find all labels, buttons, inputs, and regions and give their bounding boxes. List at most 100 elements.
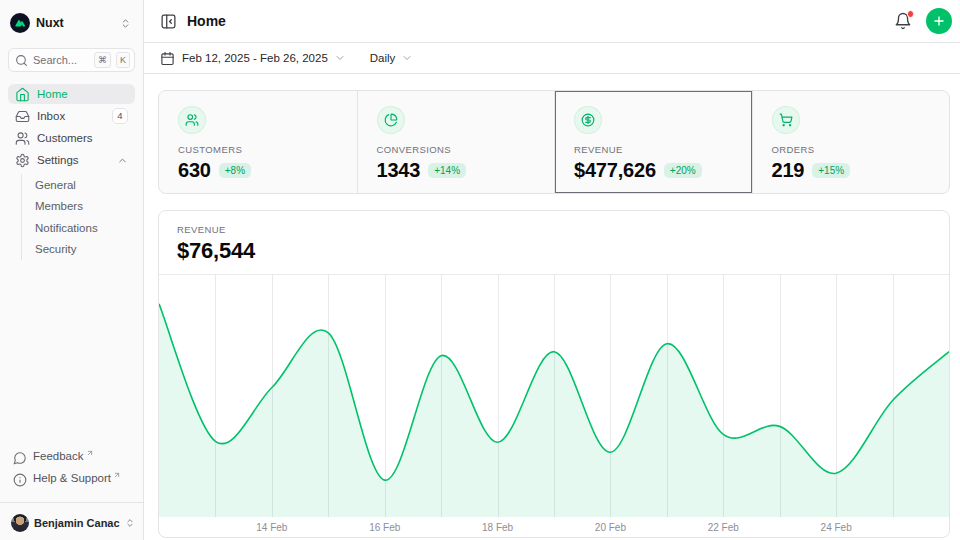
header-actions [892,8,952,34]
sub-item-label: General [35,179,76,191]
stat-label: ORDERS [772,144,931,155]
search-placeholder: Search... [33,54,89,66]
x-axis-tick-label: 20 Feb [595,522,626,533]
x-axis-tick-label: 16 Feb [369,522,400,533]
plus-icon [932,14,946,28]
stat-value: $477,626 [574,159,656,182]
sidebar-item-label: Settings [37,154,110,166]
stat-delta-badge: +8% [219,163,251,178]
sidebar-item-label: Inbox [37,110,105,122]
nuxt-logo [10,13,30,33]
sidebar-item-customers[interactable]: Customers [8,128,135,148]
search-input[interactable]: Search... ⌘ K [8,48,135,72]
search-icon [15,54,28,67]
notifications-button[interactable] [892,10,914,32]
footer-item-label: Help & Support [33,472,111,484]
dollar-circle-icon [574,106,602,134]
message-bubble-icon [13,451,27,465]
stat-value: 1343 [377,159,421,182]
chart-x-axis: 14 Feb 16 Feb 18 Feb 20 Feb 22 Feb 24 Feb [159,517,949,538]
app-root: Nuxt Search... ⌘ K Home Inbox 4 Customer… [0,0,960,540]
stat-value: 219 [772,159,805,182]
date-range-picker[interactable]: Feb 12, 2025 - Feb 26, 2025 [182,52,328,64]
home-icon [15,87,30,102]
sub-item-label: Members [35,200,83,212]
sidebar-item-members[interactable]: Members [22,196,135,218]
stat-delta-badge: +14% [428,163,466,178]
users-icon [15,131,30,146]
stat-value: 630 [178,159,211,182]
stats-row: CUSTOMERS 630 +8% CONVERSIONS 1343 +14% [158,90,950,194]
inbox-icon [15,109,30,124]
settings-sub-list: General Members Notifications Security [21,174,135,260]
chevron-down-icon [401,52,413,64]
stat-card-orders[interactable]: ORDERS 219 +15% [752,91,950,193]
sub-item-label: Notifications [35,222,98,234]
sidebar-item-general[interactable]: General [22,174,135,196]
team-name: Nuxt [36,16,114,30]
chart-header: REVENUE $76,544 [159,211,949,274]
stat-delta-badge: +20% [664,163,702,178]
user-menu[interactable]: Benjamin Canac [8,510,135,536]
page-header: Home [144,0,960,43]
sidebar-item-label: Customers [37,132,128,144]
sidebar-item-security[interactable]: Security [22,239,135,261]
chart-value: $76,544 [177,238,931,264]
chevron-up-down-icon [125,518,135,528]
inbox-count-badge: 4 [112,108,128,124]
period-label: Daily [370,52,396,64]
filters-toolbar: Feb 12, 2025 - Feb 26, 2025 Daily [144,43,960,74]
notification-dot [907,10,915,18]
period-select[interactable]: Daily [370,52,414,64]
sidebar-item-notifications[interactable]: Notifications [22,217,135,239]
sidebar-item-label: Home [37,88,128,100]
stat-label: CUSTOMERS [178,144,338,155]
sidebar-divider [0,502,143,503]
collapse-sidebar-icon[interactable] [160,13,177,30]
x-axis-tick-label: 18 Feb [482,522,513,533]
sidebar-spacer [8,260,135,448]
add-button[interactable] [926,8,952,34]
sidebar-item-settings[interactable]: Settings [8,150,135,170]
pie-chart-icon [377,106,405,134]
sidebar: Nuxt Search... ⌘ K Home Inbox 4 Customer… [0,0,144,540]
x-axis-tick-label: 24 Feb [821,522,852,533]
stat-label: REVENUE [574,144,733,155]
content-area: CUSTOMERS 630 +8% CONVERSIONS 1343 +14% [144,74,960,540]
chart-area-fill [159,304,949,517]
sub-item-label: Security [35,243,77,255]
stat-card-conversions[interactable]: CONVERSIONS 1343 +14% [357,91,555,193]
stat-card-revenue[interactable]: REVENUE $477,626 +20% [554,91,752,193]
user-name: Benjamin Canac [34,517,120,529]
sidebar-item-feedback[interactable]: Feedback [8,448,135,468]
chevron-down-icon [334,52,346,64]
x-axis-tick-label: 14 Feb [256,522,287,533]
area-chart [159,275,949,517]
kbd-meta: ⌘ [94,52,111,68]
kbd-key: K [116,52,130,68]
cart-icon [772,106,800,134]
revenue-chart-card: REVENUE $76,544 14 Feb 16 Feb 18 Feb 20 Feb… [158,210,950,538]
stat-label: CONVERSIONS [377,144,536,155]
external-link-icon [86,449,94,457]
avatar [11,514,29,532]
sidebar-item-help-support[interactable]: Help & Support [8,470,135,490]
x-axis-tick-label: 22 Feb [708,522,739,533]
external-link-icon [113,471,121,479]
sidebar-item-inbox[interactable]: Inbox 4 [8,106,135,126]
calendar-icon [160,51,175,66]
stat-card-customers[interactable]: CUSTOMERS 630 +8% [159,91,357,193]
stat-delta-badge: +15% [812,163,850,178]
info-circle-icon [13,473,27,487]
page-title: Home [187,13,226,29]
users-icon [178,106,206,134]
main-panel: Home Feb 12, 2025 - Feb 26, 2025 Daily [144,0,960,540]
gear-icon [15,153,30,168]
chart-label: REVENUE [177,224,931,235]
chevron-up-icon [117,155,128,166]
chevron-up-down-icon [120,18,131,29]
footer-item-label: Feedback [33,450,84,462]
chart-plot-area[interactable] [159,274,949,517]
team-picker[interactable]: Nuxt [8,10,135,36]
sidebar-item-home[interactable]: Home [8,84,135,104]
